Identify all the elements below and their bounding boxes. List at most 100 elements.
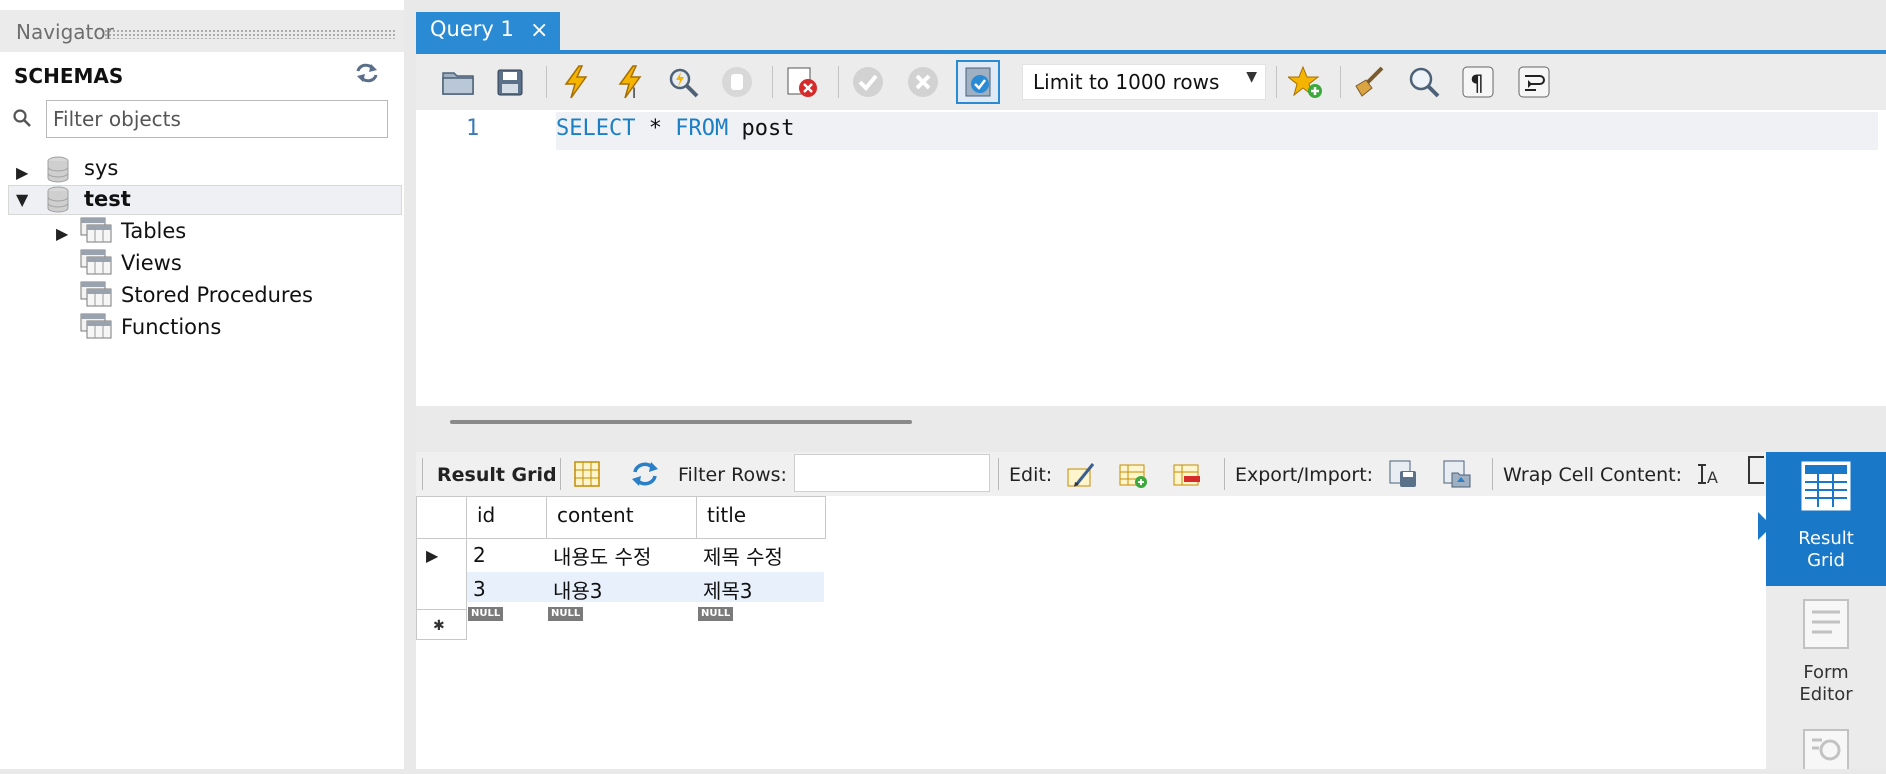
stop-icon[interactable] (719, 64, 755, 100)
column-header-content[interactable]: content (547, 497, 697, 539)
toolbar-separator (772, 66, 773, 98)
refresh-results-icon[interactable] (630, 459, 660, 489)
expand-sys-triangle-icon[interactable]: ▶ (16, 163, 28, 182)
grid-row-divider (416, 639, 466, 640)
execute-current-icon[interactable]: I (612, 64, 648, 102)
delete-row-icon[interactable] (1172, 459, 1202, 489)
grid-border-left (416, 496, 417, 640)
filter-rows-input[interactable] (794, 454, 990, 492)
views-folder-icon (80, 249, 112, 275)
result-grid-icon (1800, 460, 1852, 517)
side-result-label-line2: Grid (1807, 550, 1845, 571)
limit-rows-select[interactable]: Limit to 1000 rows ▼ (1022, 64, 1266, 100)
toolbar-separator (546, 66, 547, 98)
toolbar-separator (1340, 66, 1341, 98)
export-icon[interactable] (1388, 459, 1418, 489)
tables-folder-icon (80, 217, 112, 243)
autocommit-toggle-button[interactable] (956, 60, 1000, 104)
result-grid-label[interactable]: Result Grid (437, 464, 557, 486)
filter-objects-input[interactable] (46, 100, 388, 138)
import-icon[interactable] (1442, 459, 1472, 489)
column-header-label: id (477, 503, 496, 527)
schemas-label: SCHEMAS (14, 64, 124, 88)
save-icon[interactable] (492, 64, 528, 100)
tree-item-tables[interactable]: Tables (121, 219, 186, 243)
tree-item-functions[interactable]: Functions (121, 315, 221, 339)
field-types-icon[interactable] (1800, 728, 1852, 774)
column-header-label: content (557, 503, 634, 527)
horizontal-scrollbar[interactable] (450, 420, 912, 424)
panel-splitter-area (416, 406, 1886, 454)
toolbar-separator (838, 66, 839, 98)
execute-icon[interactable] (558, 64, 594, 100)
toggle-error-icon[interactable] (784, 64, 820, 100)
table-cell[interactable]: 제목3 (703, 575, 753, 604)
edit-row-icon[interactable] (1066, 459, 1096, 489)
toolbar-separator (560, 458, 561, 490)
add-snippet-icon[interactable] (1286, 64, 1324, 100)
table-cell[interactable]: 내용3 (553, 575, 603, 604)
collapse-test-triangle-icon[interactable]: ▼ (16, 190, 28, 209)
sql-editor[interactable] (416, 110, 1886, 406)
schema-test[interactable]: test (84, 187, 131, 211)
beautify-icon[interactable] (1352, 64, 1388, 100)
sql-table-name: post (728, 116, 795, 141)
close-tab-icon[interactable]: × (530, 18, 548, 43)
add-row-icon[interactable] (1118, 459, 1148, 489)
wrap-cell-content-icon[interactable]: A (1694, 459, 1724, 489)
result-grid-panel-button[interactable]: Result Grid (1766, 452, 1886, 586)
wrap-cell-content-label: Wrap Cell Content: (1503, 464, 1683, 486)
overflow-toolbar-icon[interactable] (1748, 456, 1764, 484)
stored-procedures-folder-icon (80, 281, 112, 307)
database-icon (46, 186, 70, 214)
chevron-down-icon: ▼ (1246, 69, 1257, 85)
schema-sys[interactable]: sys (84, 156, 118, 180)
commit-icon[interactable] (850, 64, 886, 100)
sql-keyword-from: FROM (675, 116, 729, 141)
sql-keyword-select: SELECT (556, 116, 636, 141)
refresh-schemas-icon[interactable] (354, 62, 380, 84)
table-cell[interactable]: 2 (473, 543, 486, 567)
invisible-chars-icon[interactable]: ¶ (1460, 64, 1496, 100)
column-header-id[interactable]: id (467, 497, 547, 539)
grid-layout-icon[interactable] (572, 459, 602, 489)
form-editor-panel-button[interactable]: Form Editor (1766, 590, 1886, 714)
tab-query-1[interactable]: Query 1 × (416, 12, 560, 52)
form-editor-icon (1800, 598, 1852, 655)
expand-tables-triangle-icon[interactable]: ▶ (56, 224, 68, 243)
toolbar-separator (1224, 458, 1225, 490)
find-icon[interactable] (1406, 64, 1442, 100)
tree-item-views[interactable]: Views (121, 251, 182, 275)
column-header-label: title (707, 503, 747, 527)
toolbar-separator (998, 458, 999, 490)
open-folder-icon[interactable] (440, 64, 476, 100)
tree-item-stored-procedures[interactable]: Stored Procedures (121, 283, 313, 307)
table-cell[interactable]: 3 (473, 577, 486, 601)
export-import-label: Export/Import: (1235, 464, 1374, 486)
tab-label: Query 1 (430, 17, 514, 41)
null-badge[interactable]: NULL (548, 607, 584, 621)
null-badge[interactable]: NULL (698, 607, 734, 621)
side-result-label-line1: Result (1798, 528, 1854, 549)
null-badge[interactable]: NULL (468, 607, 504, 621)
filter-rows-label: Filter Rows: (678, 464, 787, 486)
autocommit-icon (965, 67, 991, 97)
column-header-title[interactable]: title (697, 497, 826, 539)
svg-text:¶: ¶ (1470, 72, 1484, 97)
side-form-editor-label-line1: Form (1803, 662, 1849, 683)
table-cell[interactable]: 제목 수정 (703, 541, 783, 570)
search-icon (12, 108, 32, 128)
svg-text:A: A (1707, 468, 1718, 487)
sql-code-line[interactable]: SELECT * FROM post (556, 116, 794, 141)
current-row-indicator-icon: ▶ (426, 546, 439, 565)
toolbar-separator (1276, 66, 1277, 98)
navigator-drag-handle[interactable] (104, 29, 396, 39)
table-cell[interactable]: 내용도 수정 (553, 541, 651, 570)
line-number: 1 (466, 116, 480, 141)
word-wrap-icon[interactable] (1516, 64, 1552, 100)
toolbar-separator (1492, 458, 1493, 490)
rollback-icon[interactable] (905, 64, 941, 100)
toolbar-separator (422, 458, 423, 490)
limit-rows-value: Limit to 1000 rows (1033, 70, 1220, 94)
explain-icon[interactable] (665, 64, 701, 100)
